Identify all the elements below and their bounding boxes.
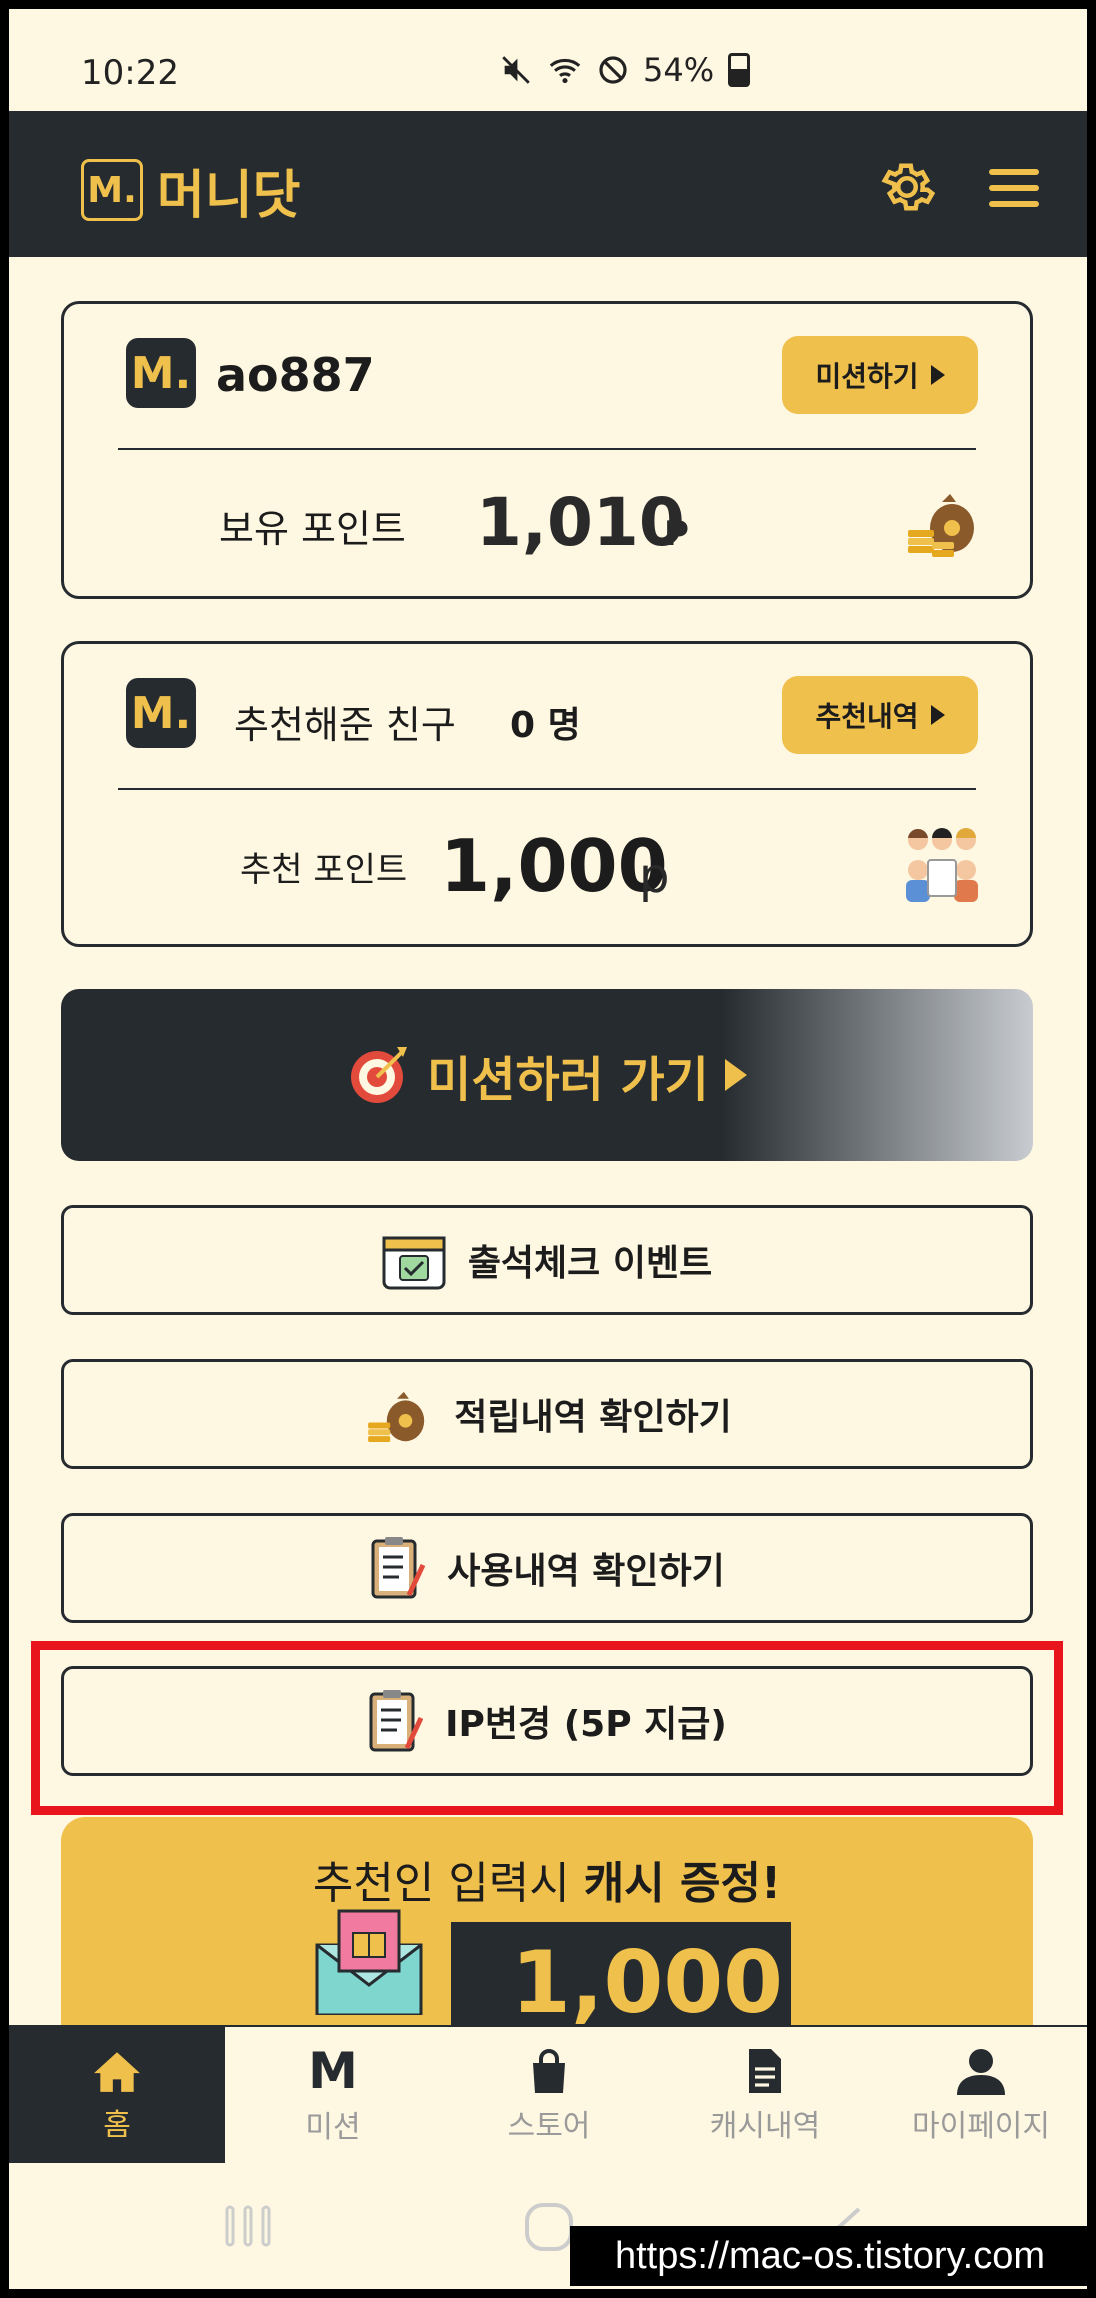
nav-home[interactable]: 홈 (9, 2027, 225, 2165)
earn-history-label: 적립내역 확인하기 (454, 1397, 732, 1438)
bottom-navigation: 홈 M 미션 스토어 캐시내역 마이페이지 (9, 2025, 1087, 2165)
nav-mission[interactable]: M 미션 (225, 2027, 441, 2165)
watermark: https://mac-os.tistory.com (570, 2226, 1090, 2286)
clipboard-icon (371, 1537, 426, 1599)
promo-text: 추천인 입력시 캐시 증정! (61, 1847, 1033, 1911)
home-button-icon[interactable] (523, 2201, 575, 2253)
earn-history-button[interactable]: 적립내역 확인하기 (61, 1359, 1033, 1469)
play-icon (930, 705, 945, 725)
target-icon (351, 1047, 408, 1103)
phone-screen: 10:22 54% M. 머니닷 M. ao887 미션하기 보유 포인트 1,… (9, 9, 1087, 2289)
m-icon: M (308, 2042, 358, 2100)
referral-label: 추천해준 친구 (234, 703, 456, 747)
gear-icon[interactable] (877, 157, 937, 217)
app-header: M. 머니닷 (9, 111, 1087, 257)
points-value: 1,010 (476, 484, 685, 561)
user-avatar: M. (126, 338, 196, 408)
use-history-label: 사용내역 확인하기 (447, 1551, 725, 1592)
referral-points-value: 1,000 (440, 824, 668, 908)
money-bag-icon (368, 1391, 425, 1443)
referral-avatar: M. (126, 678, 196, 748)
mission-button-label: 미션하기 (815, 360, 919, 393)
referral-points-label: 추천 포인트 (240, 850, 408, 890)
recents-icon[interactable] (223, 2203, 273, 2249)
dnd-icon (599, 56, 627, 84)
user-points-card: M. ao887 미션하기 보유 포인트 1,010 P (61, 301, 1033, 599)
play-icon (930, 365, 945, 385)
nav-mypage[interactable]: 마이페이지 (873, 2027, 1087, 2165)
use-history-button[interactable]: 사용내역 확인하기 (61, 1513, 1033, 1623)
nav-mypage-label: 마이페이지 (912, 2109, 1050, 2144)
battery-percent: 54% (643, 51, 715, 89)
home-icon (94, 2052, 140, 2092)
referral-history-label: 추천내역 (815, 700, 919, 733)
referral-card: M. 추천해준 친구 0 명 추천내역 추천 포인트 1,000 p (61, 641, 1033, 947)
app-title: 머니닷 (157, 166, 301, 226)
nav-store[interactable]: 스토어 (441, 2027, 657, 2165)
person-icon (957, 2049, 1005, 2095)
play-icon (724, 1059, 747, 1091)
nav-home-label: 홈 (103, 2108, 131, 2143)
status-time: 10:22 (81, 53, 179, 93)
nav-cash-history[interactable]: 캐시내역 (657, 2027, 873, 2165)
mission-banner-label: 미션하러 가기 (427, 1052, 709, 1108)
mission-button[interactable]: 미션하기 (782, 336, 978, 414)
nav-store-label: 스토어 (507, 2109, 591, 2144)
document-icon (749, 2049, 781, 2093)
promo-text-normal: 추천인 입력시 (312, 1858, 584, 1909)
points-unit: P (664, 514, 689, 554)
battery-icon (728, 53, 751, 87)
points-label: 보유 포인트 (219, 507, 406, 551)
referral-count: 0 명 (510, 705, 581, 746)
calendar-check-icon (382, 1236, 446, 1290)
card-divider (118, 788, 976, 790)
app-logo[interactable]: M. (81, 159, 143, 221)
status-icons: 54% (499, 51, 751, 89)
nav-cash-history-label: 캐시내역 (709, 2109, 821, 2144)
attendance-label: 출석체크 이벤트 (467, 1243, 713, 1284)
hamburger-menu-icon[interactable] (989, 169, 1039, 207)
group-people-icon (906, 828, 978, 902)
promo-amount: 1,000 (511, 1933, 784, 2033)
money-bag-icon (908, 494, 974, 557)
go-to-mission-banner[interactable]: 미션하러 가기 (61, 989, 1033, 1161)
referral-history-button[interactable]: 추천내역 (782, 676, 978, 754)
status-bar: 10:22 54% (9, 9, 1087, 111)
mute-icon (502, 56, 530, 84)
username: ao887 (216, 348, 375, 402)
attendance-event-button[interactable]: 출석체크 이벤트 (61, 1205, 1033, 1315)
nav-mission-label: 미션 (305, 2110, 361, 2145)
wifi-icon (549, 58, 581, 84)
bag-icon (533, 2049, 565, 2093)
referral-points-unit: p (639, 848, 670, 904)
card-divider (118, 448, 976, 450)
gift-envelope-icon (315, 1909, 423, 2015)
promo-text-bold: 캐시 증정! (583, 1858, 782, 1909)
highlight-box (31, 1641, 1063, 1815)
